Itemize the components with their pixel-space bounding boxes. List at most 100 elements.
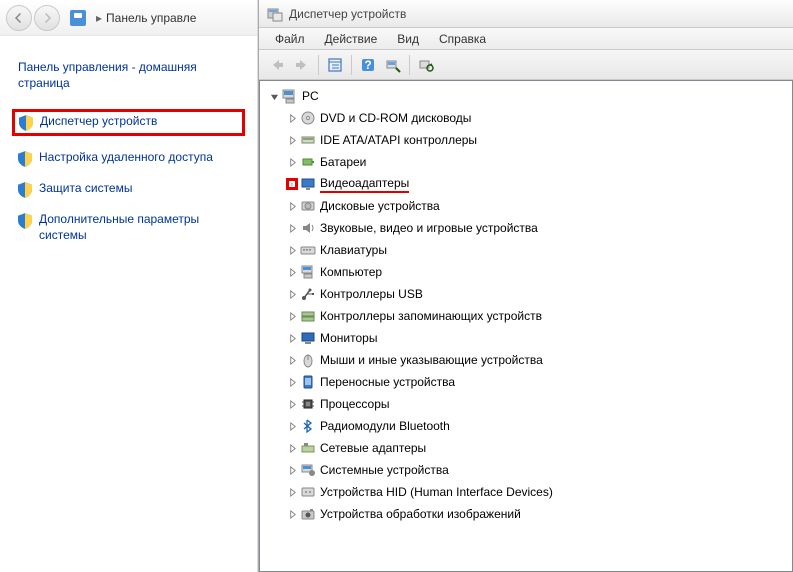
expand-icon[interactable] bbox=[286, 464, 298, 476]
nav-back-button[interactable] bbox=[6, 5, 32, 31]
tree-category-label: Дисковые устройства bbox=[320, 199, 440, 213]
tree-category-label: Сетевые адаптеры bbox=[320, 441, 426, 455]
device-manager-icon bbox=[267, 6, 283, 22]
imaging-icon bbox=[300, 506, 316, 522]
expand-icon[interactable] bbox=[286, 112, 298, 124]
tree-root-label: PC bbox=[302, 89, 319, 103]
monitor-icon bbox=[300, 330, 316, 346]
computer-icon bbox=[300, 264, 316, 280]
tree-root[interactable]: PC bbox=[268, 85, 792, 107]
tree-category[interactable]: Радиомодули Bluetooth bbox=[286, 415, 792, 437]
tree-category[interactable]: Компьютер bbox=[286, 261, 792, 283]
tree-category[interactable]: Процессоры bbox=[286, 393, 792, 415]
toolbar-help-button[interactable]: ? bbox=[356, 53, 380, 77]
expand-icon[interactable] bbox=[286, 200, 298, 212]
expand-icon[interactable] bbox=[286, 486, 298, 498]
tree-category[interactable]: Переносные устройства bbox=[286, 371, 792, 393]
keyboard-icon bbox=[300, 242, 316, 258]
tree-category[interactable]: Системные устройства bbox=[286, 459, 792, 481]
cpu-icon bbox=[300, 396, 316, 412]
disc-icon bbox=[300, 110, 316, 126]
tree-category[interactable]: DVD и CD-ROM дисководы bbox=[286, 107, 792, 129]
expand-icon[interactable] bbox=[286, 398, 298, 410]
breadcrumb-text: Панель управле bbox=[106, 11, 196, 25]
tree-category[interactable]: Видеоадаптеры bbox=[286, 173, 792, 195]
tree-category[interactable]: Дисковые устройства bbox=[286, 195, 792, 217]
expand-icon[interactable] bbox=[286, 442, 298, 454]
menu-view[interactable]: Вид bbox=[389, 30, 427, 48]
sidebar: Панель управления - домашняя страница Ди… bbox=[0, 36, 257, 269]
tree-category[interactable]: Клавиатуры bbox=[286, 239, 792, 261]
hdd-icon bbox=[300, 198, 316, 214]
tree-category[interactable]: Устройства обработки изображений bbox=[286, 503, 792, 525]
expand-icon[interactable] bbox=[286, 134, 298, 146]
storage-icon bbox=[300, 308, 316, 324]
shield-icon bbox=[18, 151, 32, 167]
menu-help[interactable]: Справка bbox=[431, 30, 494, 48]
expand-icon[interactable] bbox=[286, 354, 298, 366]
sidebar-item-protection[interactable]: Защита системы bbox=[18, 181, 245, 198]
toolbar-separator bbox=[351, 55, 352, 75]
tree-category[interactable]: Устройства HID (Human Interface Devices) bbox=[286, 481, 792, 503]
expand-icon[interactable] bbox=[286, 222, 298, 234]
tree-category[interactable]: Контроллеры запоминающих устройств bbox=[286, 305, 792, 327]
chevron-right-icon: ▸ bbox=[96, 11, 102, 25]
toolbar-separator bbox=[318, 55, 319, 75]
expand-icon[interactable] bbox=[286, 332, 298, 344]
tree-category-label: Переносные устройства bbox=[320, 375, 455, 389]
device-tree[interactable]: PC DVD и CD-ROM дисководы IDE ATA/ATAPI к… bbox=[259, 80, 793, 572]
sound-icon bbox=[300, 220, 316, 236]
tree-category[interactable]: Батареи bbox=[286, 151, 792, 173]
control-panel-icon bbox=[70, 10, 86, 26]
nav-forward-button[interactable] bbox=[34, 5, 60, 31]
tree-category[interactable]: Сетевые адаптеры bbox=[286, 437, 792, 459]
display-icon bbox=[300, 176, 316, 192]
sidebar-item-label: Настройка удаленного доступа bbox=[39, 150, 213, 166]
menu-action[interactable]: Действие bbox=[317, 30, 386, 48]
expand-icon[interactable] bbox=[286, 508, 298, 520]
expand-icon[interactable] bbox=[286, 156, 298, 168]
expand-icon[interactable] bbox=[286, 376, 298, 388]
tree-category[interactable]: IDE ATA/ATAPI контроллеры bbox=[286, 129, 792, 151]
menu-file[interactable]: Файл bbox=[267, 30, 313, 48]
tree-category-label: Системные устройства bbox=[320, 463, 449, 477]
tree-category-label: Устройства HID (Human Interface Devices) bbox=[320, 485, 553, 499]
tree-category-label: Мониторы bbox=[320, 331, 377, 345]
mouse-icon bbox=[300, 352, 316, 368]
titlebar: Диспетчер устройств bbox=[259, 0, 793, 28]
toolbar: ? bbox=[259, 50, 793, 80]
toolbar-refresh-button[interactable] bbox=[414, 53, 438, 77]
sidebar-item-device-manager[interactable]: Диспетчер устройств bbox=[12, 109, 245, 136]
toolbar-forward-button[interactable] bbox=[290, 53, 314, 77]
portable-icon bbox=[300, 374, 316, 390]
sidebar-item-advanced[interactable]: Дополнительные параметры системы bbox=[18, 212, 245, 243]
battery-icon bbox=[300, 154, 316, 170]
expand-icon[interactable] bbox=[286, 420, 298, 432]
breadcrumb[interactable]: ▸ Панель управле bbox=[70, 10, 196, 26]
sidebar-item-label: Диспетчер устройств bbox=[40, 114, 157, 130]
tree-category[interactable]: Мыши и иные указывающие устройства bbox=[286, 349, 792, 371]
toolbar-properties-button[interactable] bbox=[323, 53, 347, 77]
tree-category[interactable]: Мониторы bbox=[286, 327, 792, 349]
expand-icon[interactable] bbox=[286, 178, 298, 190]
computer-icon bbox=[282, 88, 298, 104]
shield-icon bbox=[19, 115, 33, 131]
expand-icon[interactable] bbox=[286, 244, 298, 256]
expand-icon[interactable] bbox=[286, 288, 298, 300]
tree-category[interactable]: Звуковые, видео и игровые устройства bbox=[286, 217, 792, 239]
tree-category[interactable]: Контроллеры USB bbox=[286, 283, 792, 305]
sidebar-item-label: Дополнительные параметры системы bbox=[39, 212, 245, 243]
expand-icon[interactable] bbox=[286, 310, 298, 322]
usb-icon bbox=[300, 286, 316, 302]
svg-text:?: ? bbox=[364, 58, 371, 72]
sidebar-home-link[interactable]: Панель управления - домашняя страница bbox=[18, 60, 245, 91]
menubar: Файл Действие Вид Справка bbox=[259, 28, 793, 50]
collapse-icon[interactable] bbox=[268, 90, 280, 102]
tree-category-label: IDE ATA/ATAPI контроллеры bbox=[320, 133, 477, 147]
window-title: Диспетчер устройств bbox=[289, 7, 406, 21]
sidebar-item-remote[interactable]: Настройка удаленного доступа bbox=[18, 150, 245, 167]
expand-icon[interactable] bbox=[286, 266, 298, 278]
tree-category-label: Клавиатуры bbox=[320, 243, 387, 257]
toolbar-back-button[interactable] bbox=[265, 53, 289, 77]
toolbar-scan-button[interactable] bbox=[381, 53, 405, 77]
